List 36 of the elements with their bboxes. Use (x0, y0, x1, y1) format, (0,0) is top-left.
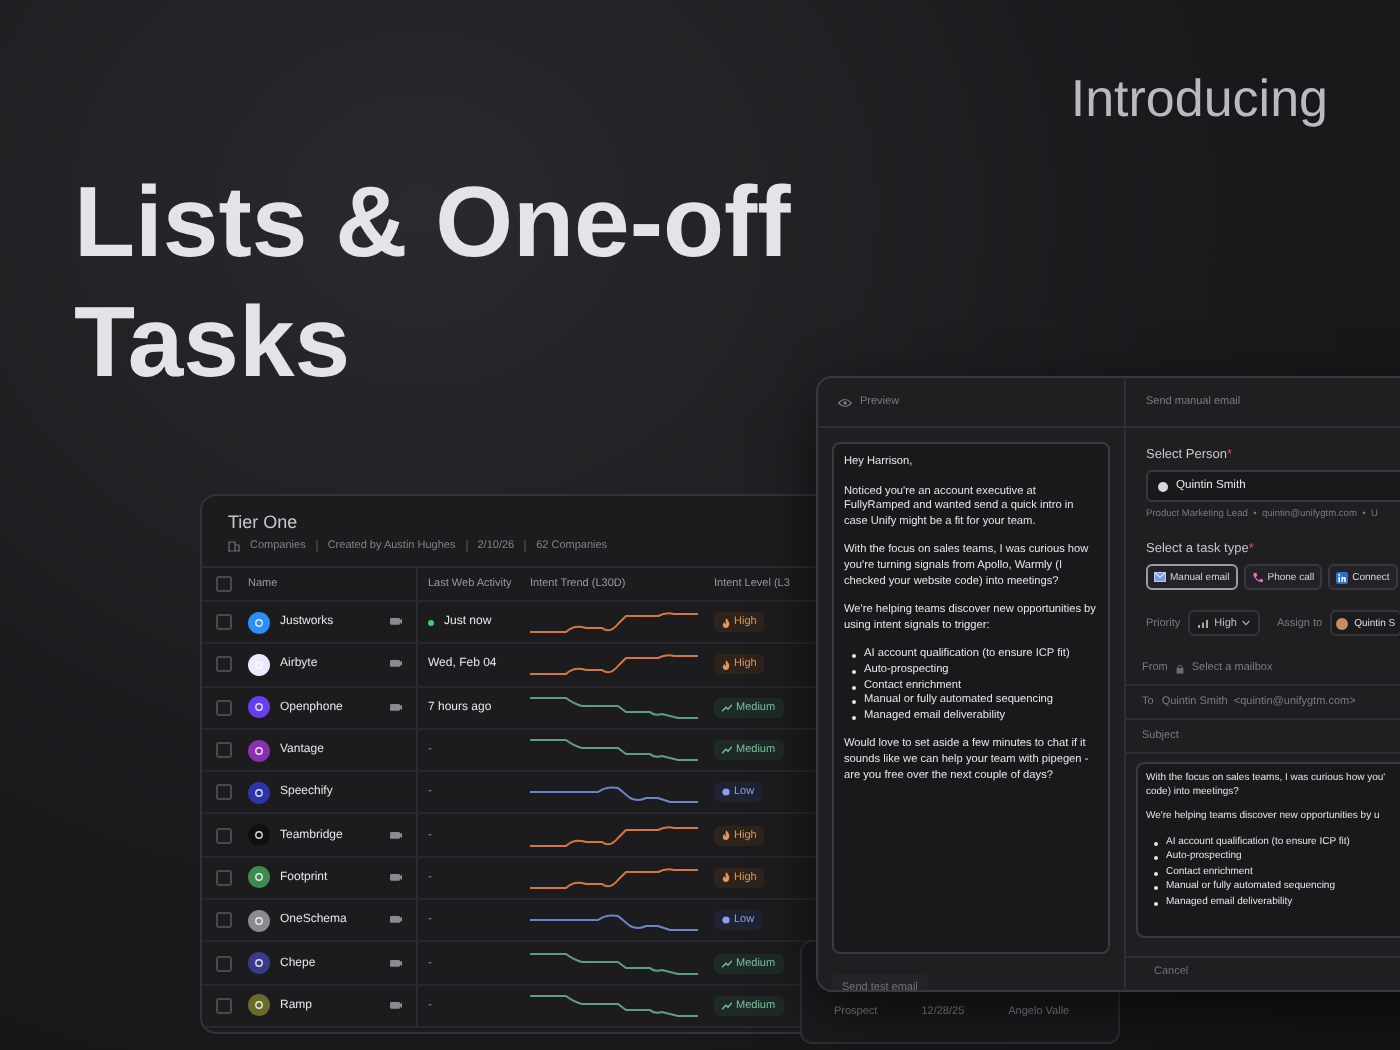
envelope-icon (1154, 572, 1166, 582)
lock-icon (1175, 663, 1184, 673)
row-checkbox[interactable] (216, 614, 232, 631)
avatar-icon (1158, 481, 1168, 491)
avatar-icon (1336, 617, 1349, 629)
linkedin-icon (1336, 571, 1349, 583)
eye-icon (838, 397, 852, 407)
trend-up-icon (722, 959, 732, 968)
flame-icon (722, 872, 730, 883)
bars-icon (1198, 619, 1209, 627)
trend-up-icon (722, 1001, 732, 1010)
row-checkbox[interactable] (216, 742, 232, 759)
dot-icon (722, 916, 730, 925)
trend-up-icon (722, 746, 732, 755)
row-checkbox[interactable] (216, 955, 232, 972)
flame-icon (722, 617, 730, 628)
row-checkbox[interactable] (216, 997, 232, 1014)
headline: Tasks (74, 284, 351, 402)
headline: Lists & One-off (74, 164, 791, 282)
flame-icon (722, 659, 730, 670)
chevron-down-icon (1242, 620, 1251, 626)
row-checkbox[interactable] (216, 699, 232, 716)
list-title: Tier One (226, 510, 300, 532)
dot-icon (722, 788, 730, 797)
row-checkbox[interactable] (216, 912, 232, 929)
select-all-checkbox[interactable] (216, 576, 232, 592)
trend-up-icon (722, 703, 732, 712)
row-checkbox[interactable] (216, 784, 232, 801)
row-checkbox[interactable] (216, 656, 232, 673)
phone-icon (1251, 571, 1264, 583)
email-body-editor[interactable] (1136, 762, 1400, 938)
row-checkbox[interactable] (216, 827, 232, 844)
building-icon (228, 540, 240, 552)
introducing-label: Introducing (1070, 68, 1328, 130)
flame-icon (722, 830, 730, 841)
row-checkbox[interactable] (216, 869, 232, 886)
